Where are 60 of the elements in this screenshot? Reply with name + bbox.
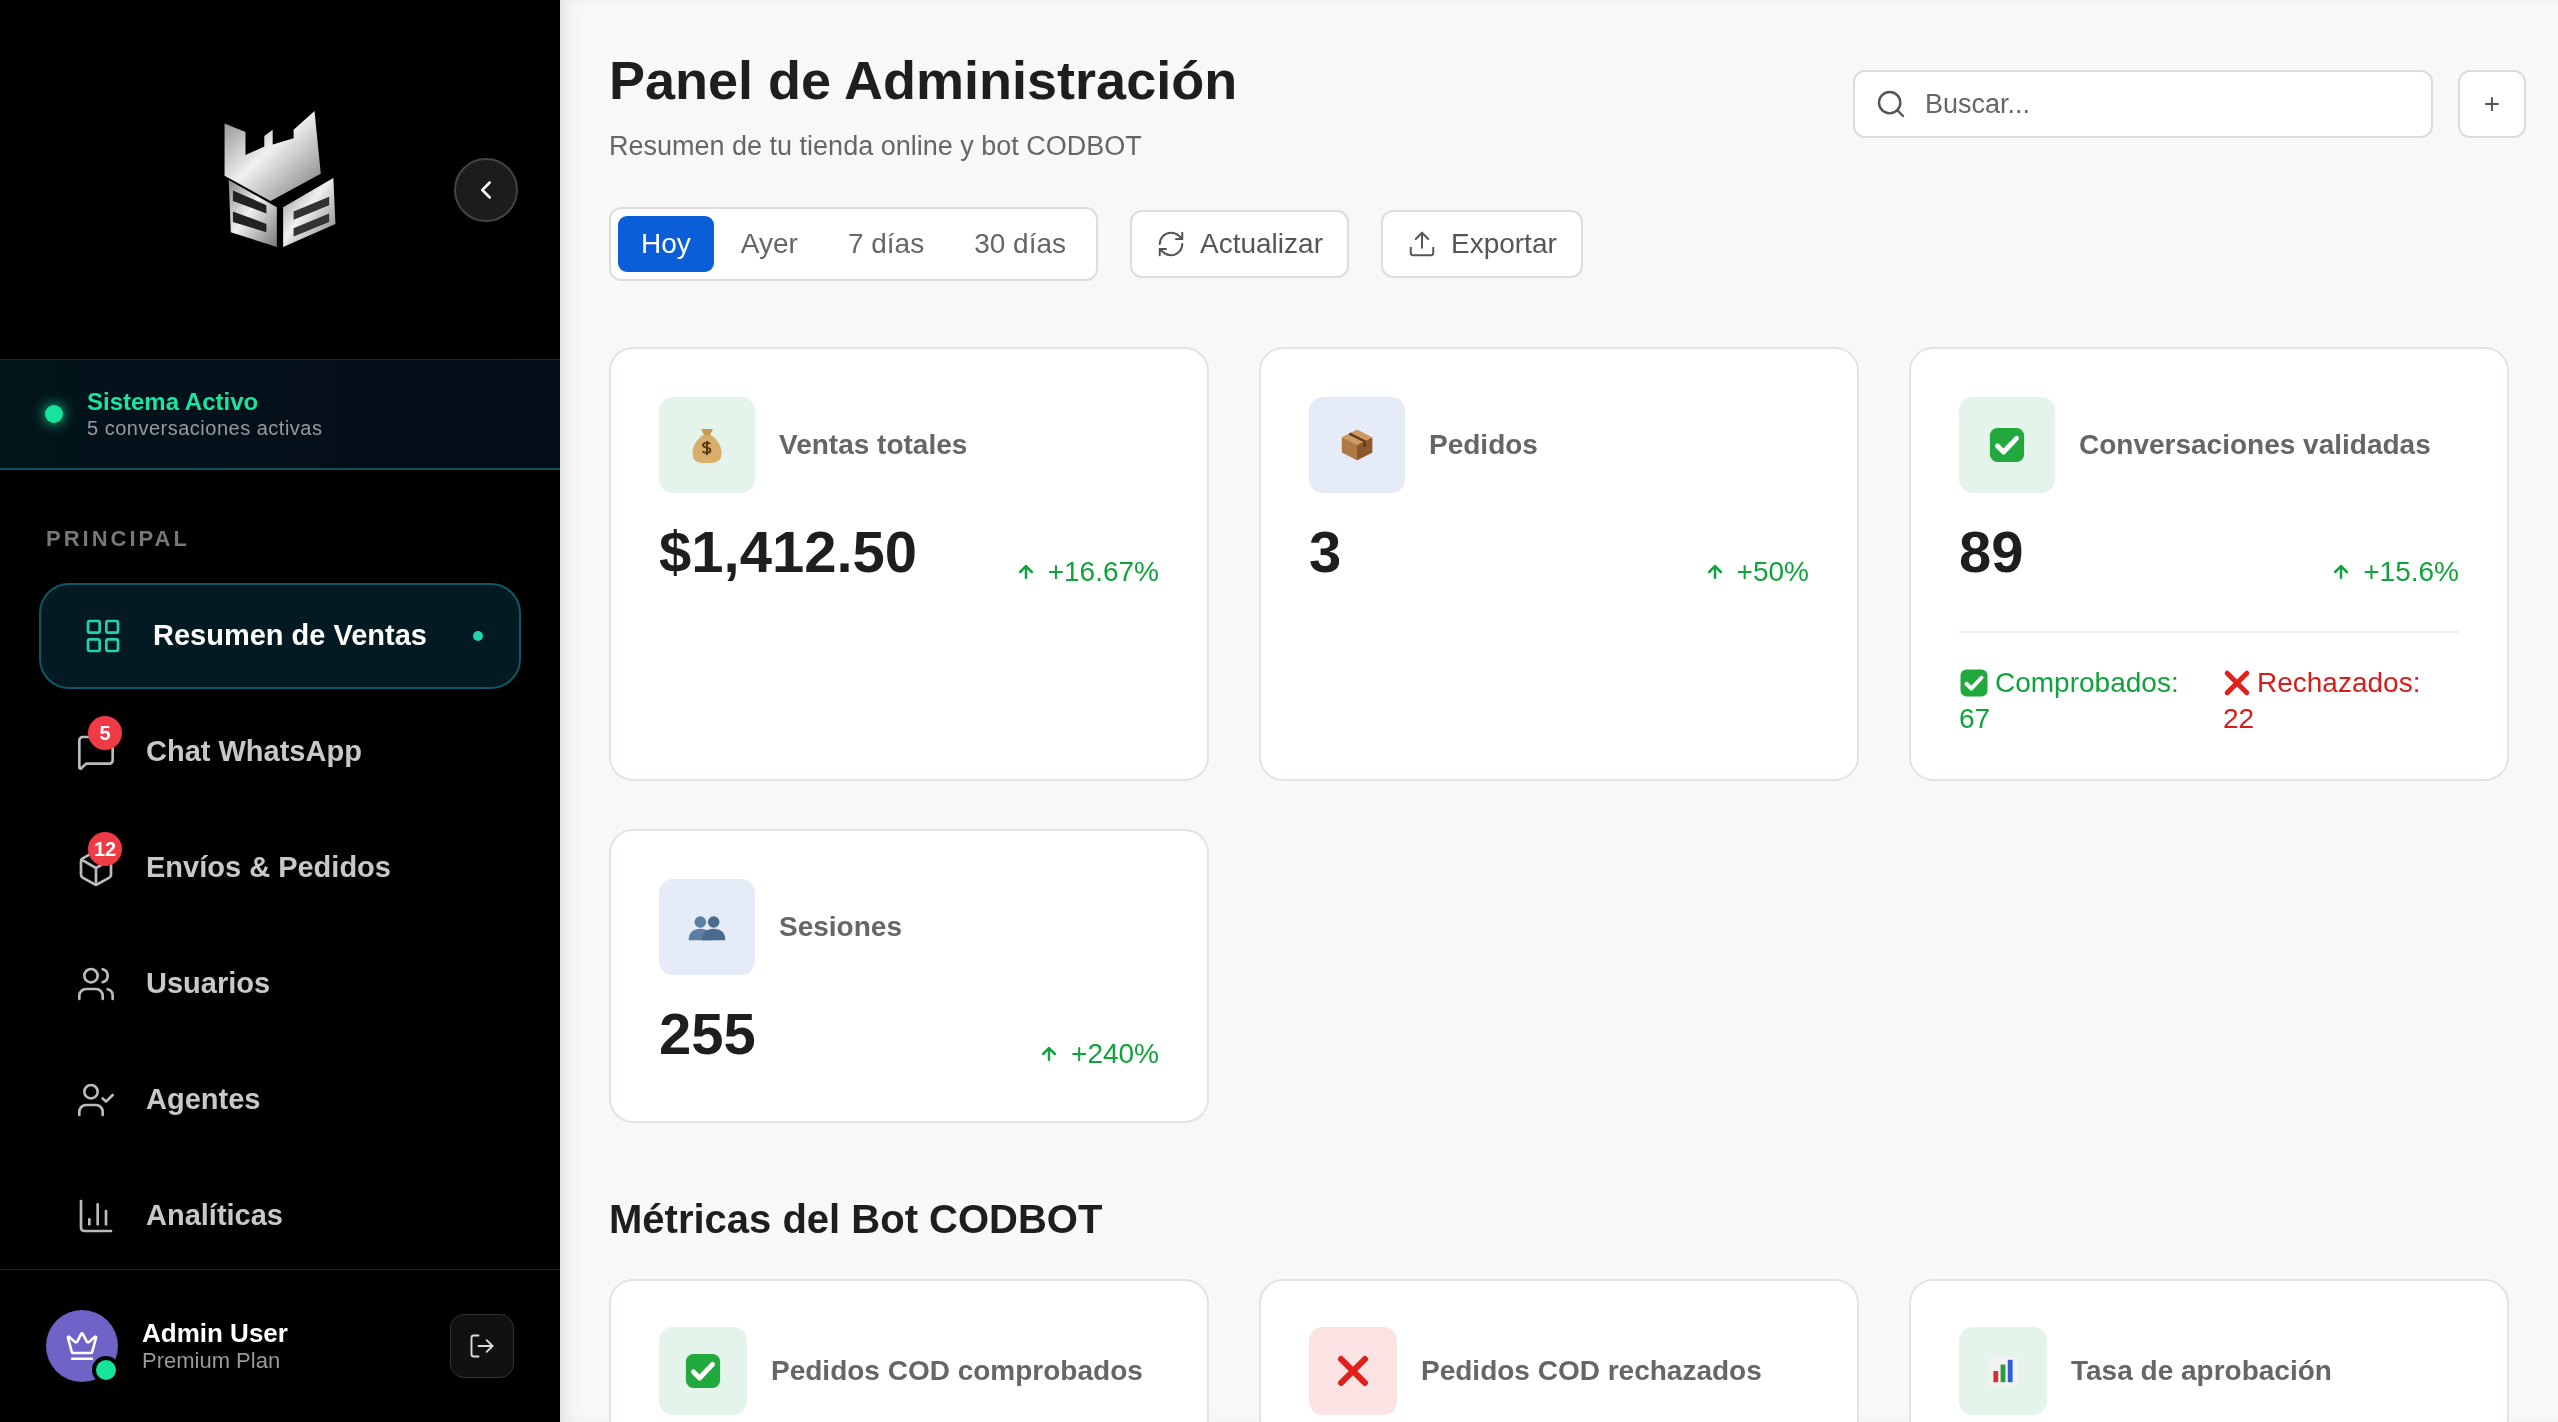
logo-icon [222,111,338,248]
nav-item[interactable]: Resumen de Ventas [39,583,521,689]
logout-button[interactable] [450,1314,514,1378]
count-badge: 12 [88,832,122,866]
metric-label: Pedidos COD comprobados [771,1353,1143,1388]
crown-icon [65,1329,99,1363]
stat-label: Pedidos [1429,427,1538,462]
nav-item[interactable]: Analíticas [39,1163,521,1269]
checkbox-icon [684,1351,722,1390]
breakdown-value: 22 [2223,701,2256,736]
user-plan: Premium Plan [142,1348,282,1374]
breakdown-label: Rechazados: [2257,665,2421,700]
action-button[interactable]: Exportar [1380,209,1583,278]
period-tab[interactable]: Hoy [618,215,714,272]
checkbox-icon [1959,667,1989,698]
stat-value: 255 [659,999,756,1068]
nav-label: Envíos & Pedidos [146,850,391,886]
nav-item[interactable]: 5 Chat WhatsApp [39,699,521,805]
section-title: Métricas del Bot CODBOT [609,1195,1104,1243]
nav-label: Resumen de Ventas [153,618,427,654]
metric-label: Tasa de aprobación [2071,1353,2332,1388]
nav-item[interactable]: Agentes [39,1047,521,1153]
status-subtitle: 5 conversaciones activas [87,415,323,440]
stat-change: +50% [1736,554,1809,589]
period-tab[interactable]: 30 días [951,215,1089,272]
status-title: Sistema Activo [87,387,260,416]
nav-label: Agentes [146,1082,261,1118]
nav-label: Analíticas [146,1198,283,1234]
add-button[interactable]: + [2458,70,2526,138]
bar-chart-icon [1987,1354,2019,1387]
breakdown-value: 67 [1959,701,1992,736]
action-button[interactable]: Actualizar [1130,209,1349,278]
period-tab[interactable]: Ayer [717,215,821,272]
nav-item[interactable]: Usuarios [39,931,521,1037]
search-field[interactable]: Buscar... [1853,70,2433,138]
metric-label: Pedidos COD rechazados [1421,1353,1762,1388]
stat-value: 89 [1959,517,2024,586]
stat-label: Conversaciones validadas [2079,427,2431,462]
nav-item[interactable]: 12 Envíos & Pedidos [39,815,521,921]
nav-label: Chat WhatsApp [146,734,362,770]
stat-label: Sesiones [779,909,902,944]
page-subtitle: Resumen de tu tienda online y bot CODBOT [609,130,1143,163]
stat-change: +15.6% [2363,554,2459,589]
logout-icon [468,1332,496,1360]
section-label: PRINCIPAL [46,525,191,553]
nav-label: Usuarios [146,966,271,1002]
breakdown-label: Comprobados: [1995,665,2179,700]
cross-icon [1336,1353,1370,1388]
stat-value: 3 [1309,517,1342,586]
checkbox-icon [1988,425,2026,464]
stat-change: +240% [1071,1036,1159,1071]
search-icon [1875,88,1907,120]
stat-value: $1,412.50 [659,517,918,586]
count-badge: 5 [88,716,122,750]
stat-change: +16.67% [1047,554,1159,589]
period-tab[interactable]: 7 días [824,215,948,272]
user-name: Admin User [142,1318,288,1348]
page-title: Panel de Administración [609,49,1238,112]
cross-icon [2223,668,2251,697]
stat-label: Ventas totales [779,427,968,462]
